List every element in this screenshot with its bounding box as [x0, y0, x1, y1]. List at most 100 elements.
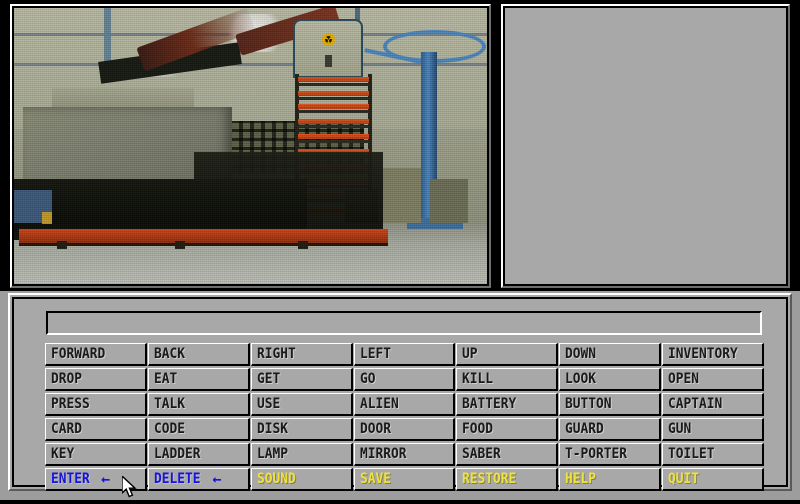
- verb-button-label: PRESS: [51, 396, 90, 412]
- verb-button-enter[interactable]: ENTER ←: [45, 468, 147, 491]
- verb-button-toilet[interactable]: TOILET: [662, 443, 765, 466]
- verb-button-help[interactable]: HELP: [559, 468, 662, 491]
- scene-flatcar-shadow: [18, 242, 388, 246]
- scene-flatcar-wheel: [56, 241, 67, 250]
- verb-button-t-porter[interactable]: T-PORTER: [559, 443, 662, 466]
- verb-button-button[interactable]: BUTTON: [559, 393, 662, 416]
- radiation-hazard-icon: [322, 33, 336, 47]
- verb-button-grid: FORWARD BACK RIGHT LEFT UP DOWN INVENTORY DROP E…: [45, 343, 765, 493]
- verb-button-guard[interactable]: GUARD: [559, 418, 662, 441]
- verb-button-use[interactable]: USE: [250, 393, 353, 416]
- verb-button-alien[interactable]: ALIEN: [353, 393, 456, 416]
- verb-button-mirror[interactable]: MIRROR: [353, 443, 456, 466]
- verb-button-label: OPEN: [668, 371, 700, 387]
- verb-button-label: SAVE: [359, 471, 391, 487]
- verb-button-up[interactable]: UP: [456, 343, 559, 366]
- verb-button-label: GET: [256, 371, 280, 387]
- verb-button-key[interactable]: KEY: [45, 443, 147, 466]
- graphics-viewport[interactable]: [10, 4, 491, 288]
- scene-rack-shadow: [297, 83, 369, 87]
- verb-button-left[interactable]: LEFT: [353, 343, 456, 366]
- verb-button-ladder[interactable]: LADDER: [147, 443, 250, 466]
- verb-button-drop[interactable]: DROP: [45, 368, 147, 391]
- verb-button-label: CODE: [153, 421, 185, 437]
- verb-button-label: DELETE: [153, 471, 201, 487]
- scene-rack-shadow: [297, 124, 369, 128]
- verb-button-back[interactable]: BACK: [147, 343, 250, 366]
- verb-button-sound[interactable]: SOUND: [250, 468, 353, 491]
- verb-button-saber[interactable]: SABER: [456, 443, 559, 466]
- verb-button-label: SOUND: [256, 471, 296, 487]
- verb-button-label: KEY: [51, 446, 75, 462]
- verb-button-restore[interactable]: RESTORE: [456, 468, 559, 491]
- verb-button-lamp[interactable]: LAMP: [250, 443, 353, 466]
- verb-row: KEY LADDER LAMP MIRROR SABER T-PORTER TOILET: [45, 443, 765, 468]
- command-input[interactable]: [46, 311, 762, 335]
- top-section: [0, 0, 800, 291]
- verb-button-forward[interactable]: FORWARD: [45, 343, 147, 366]
- verb-button-kill[interactable]: KILL: [456, 368, 559, 391]
- verb-button-eat[interactable]: EAT: [147, 368, 250, 391]
- verb-button-go[interactable]: GO: [353, 368, 456, 391]
- verb-button-label: BATTERY: [462, 396, 517, 412]
- verb-button-right[interactable]: RIGHT: [250, 343, 353, 366]
- scene-hazard-door: [293, 19, 364, 79]
- verb-button-press[interactable]: PRESS: [45, 393, 147, 416]
- game-window: FORWARD BACK RIGHT LEFT UP DOWN INVENTORY DROP E…: [0, 0, 800, 500]
- scene-flatcar-wheel: [297, 241, 308, 250]
- verb-button-label: ENTER: [51, 471, 90, 487]
- verb-button-label: LOOK: [565, 371, 597, 387]
- verb-button-label: SABER: [462, 446, 502, 462]
- verb-button-label: DROP: [51, 371, 83, 387]
- verb-button-look[interactable]: LOOK: [559, 368, 662, 391]
- verb-button-down[interactable]: DOWN: [559, 343, 662, 366]
- verb-button-battery[interactable]: BATTERY: [456, 393, 559, 416]
- verb-button-label: USE: [256, 396, 280, 412]
- verb-button-label: TOILET: [668, 446, 715, 462]
- verb-button-label: HELP: [565, 471, 597, 487]
- verb-button-label: DOWN: [565, 346, 597, 362]
- scene-flatcar: [18, 228, 388, 243]
- verb-button-label: DOOR: [359, 421, 391, 437]
- verb-button-label: LEFT: [359, 346, 391, 362]
- scene-rack-rung: [297, 77, 369, 83]
- scene-equipment: [430, 179, 469, 224]
- verb-button-save[interactable]: SAVE: [353, 468, 456, 491]
- verb-button-label: ALIEN: [359, 396, 399, 412]
- inventory-panel[interactable]: [501, 4, 790, 288]
- verb-button-label: TALK: [153, 396, 185, 412]
- verb-button-label: BUTTON: [565, 396, 612, 412]
- scene-rack-shadow: [297, 110, 369, 113]
- verb-button-gun[interactable]: GUN: [662, 418, 765, 441]
- verb-row: PRESS TALK USE ALIEN BATTERY BUTTON CAPTAIN: [45, 393, 765, 418]
- verb-button-get[interactable]: GET: [250, 368, 353, 391]
- verb-row: ENTER ← DELETE ← SOUND SAVE RESTORE HELP QUIT: [45, 468, 765, 493]
- inventory-panel-inner-border: [503, 6, 788, 286]
- verb-button-label: MIRROR: [359, 446, 407, 462]
- verb-button-label: EAT: [153, 371, 178, 387]
- inventory-panel-surface: [505, 8, 786, 284]
- verb-button-disk[interactable]: DISK: [250, 418, 353, 441]
- verb-button-code[interactable]: CODE: [147, 418, 250, 441]
- verb-button-label: QUIT: [668, 471, 700, 487]
- verb-button-card[interactable]: CARD: [45, 418, 147, 441]
- scene-rack-rung: [297, 90, 369, 96]
- scene-rack-rung: [297, 118, 369, 124]
- verb-button-talk[interactable]: TALK: [147, 393, 250, 416]
- viewport-inner-border: [12, 6, 489, 286]
- verb-button-captain[interactable]: CAPTAIN: [662, 393, 765, 416]
- verb-button-food[interactable]: FOOD: [456, 418, 559, 441]
- scene-rack-rung: [297, 133, 369, 139]
- verb-button-door[interactable]: DOOR: [353, 418, 456, 441]
- verb-button-label: BACK: [153, 346, 185, 362]
- verb-button-label: FOOD: [462, 421, 494, 437]
- verb-row: CARD CODE DISK DOOR FOOD GUARD GUN: [45, 418, 765, 443]
- verb-button-quit[interactable]: QUIT: [662, 468, 765, 491]
- verb-button-label: FORWARD: [51, 346, 106, 362]
- scene-flatcar-wheel: [174, 241, 185, 250]
- verb-button-delete[interactable]: DELETE ←: [147, 468, 250, 491]
- arrow-left-icon: ←: [212, 470, 222, 488]
- verb-button-open[interactable]: OPEN: [662, 368, 765, 391]
- verb-button-inventory[interactable]: INVENTORY: [662, 343, 765, 366]
- verb-button-label: LAMP: [256, 446, 288, 462]
